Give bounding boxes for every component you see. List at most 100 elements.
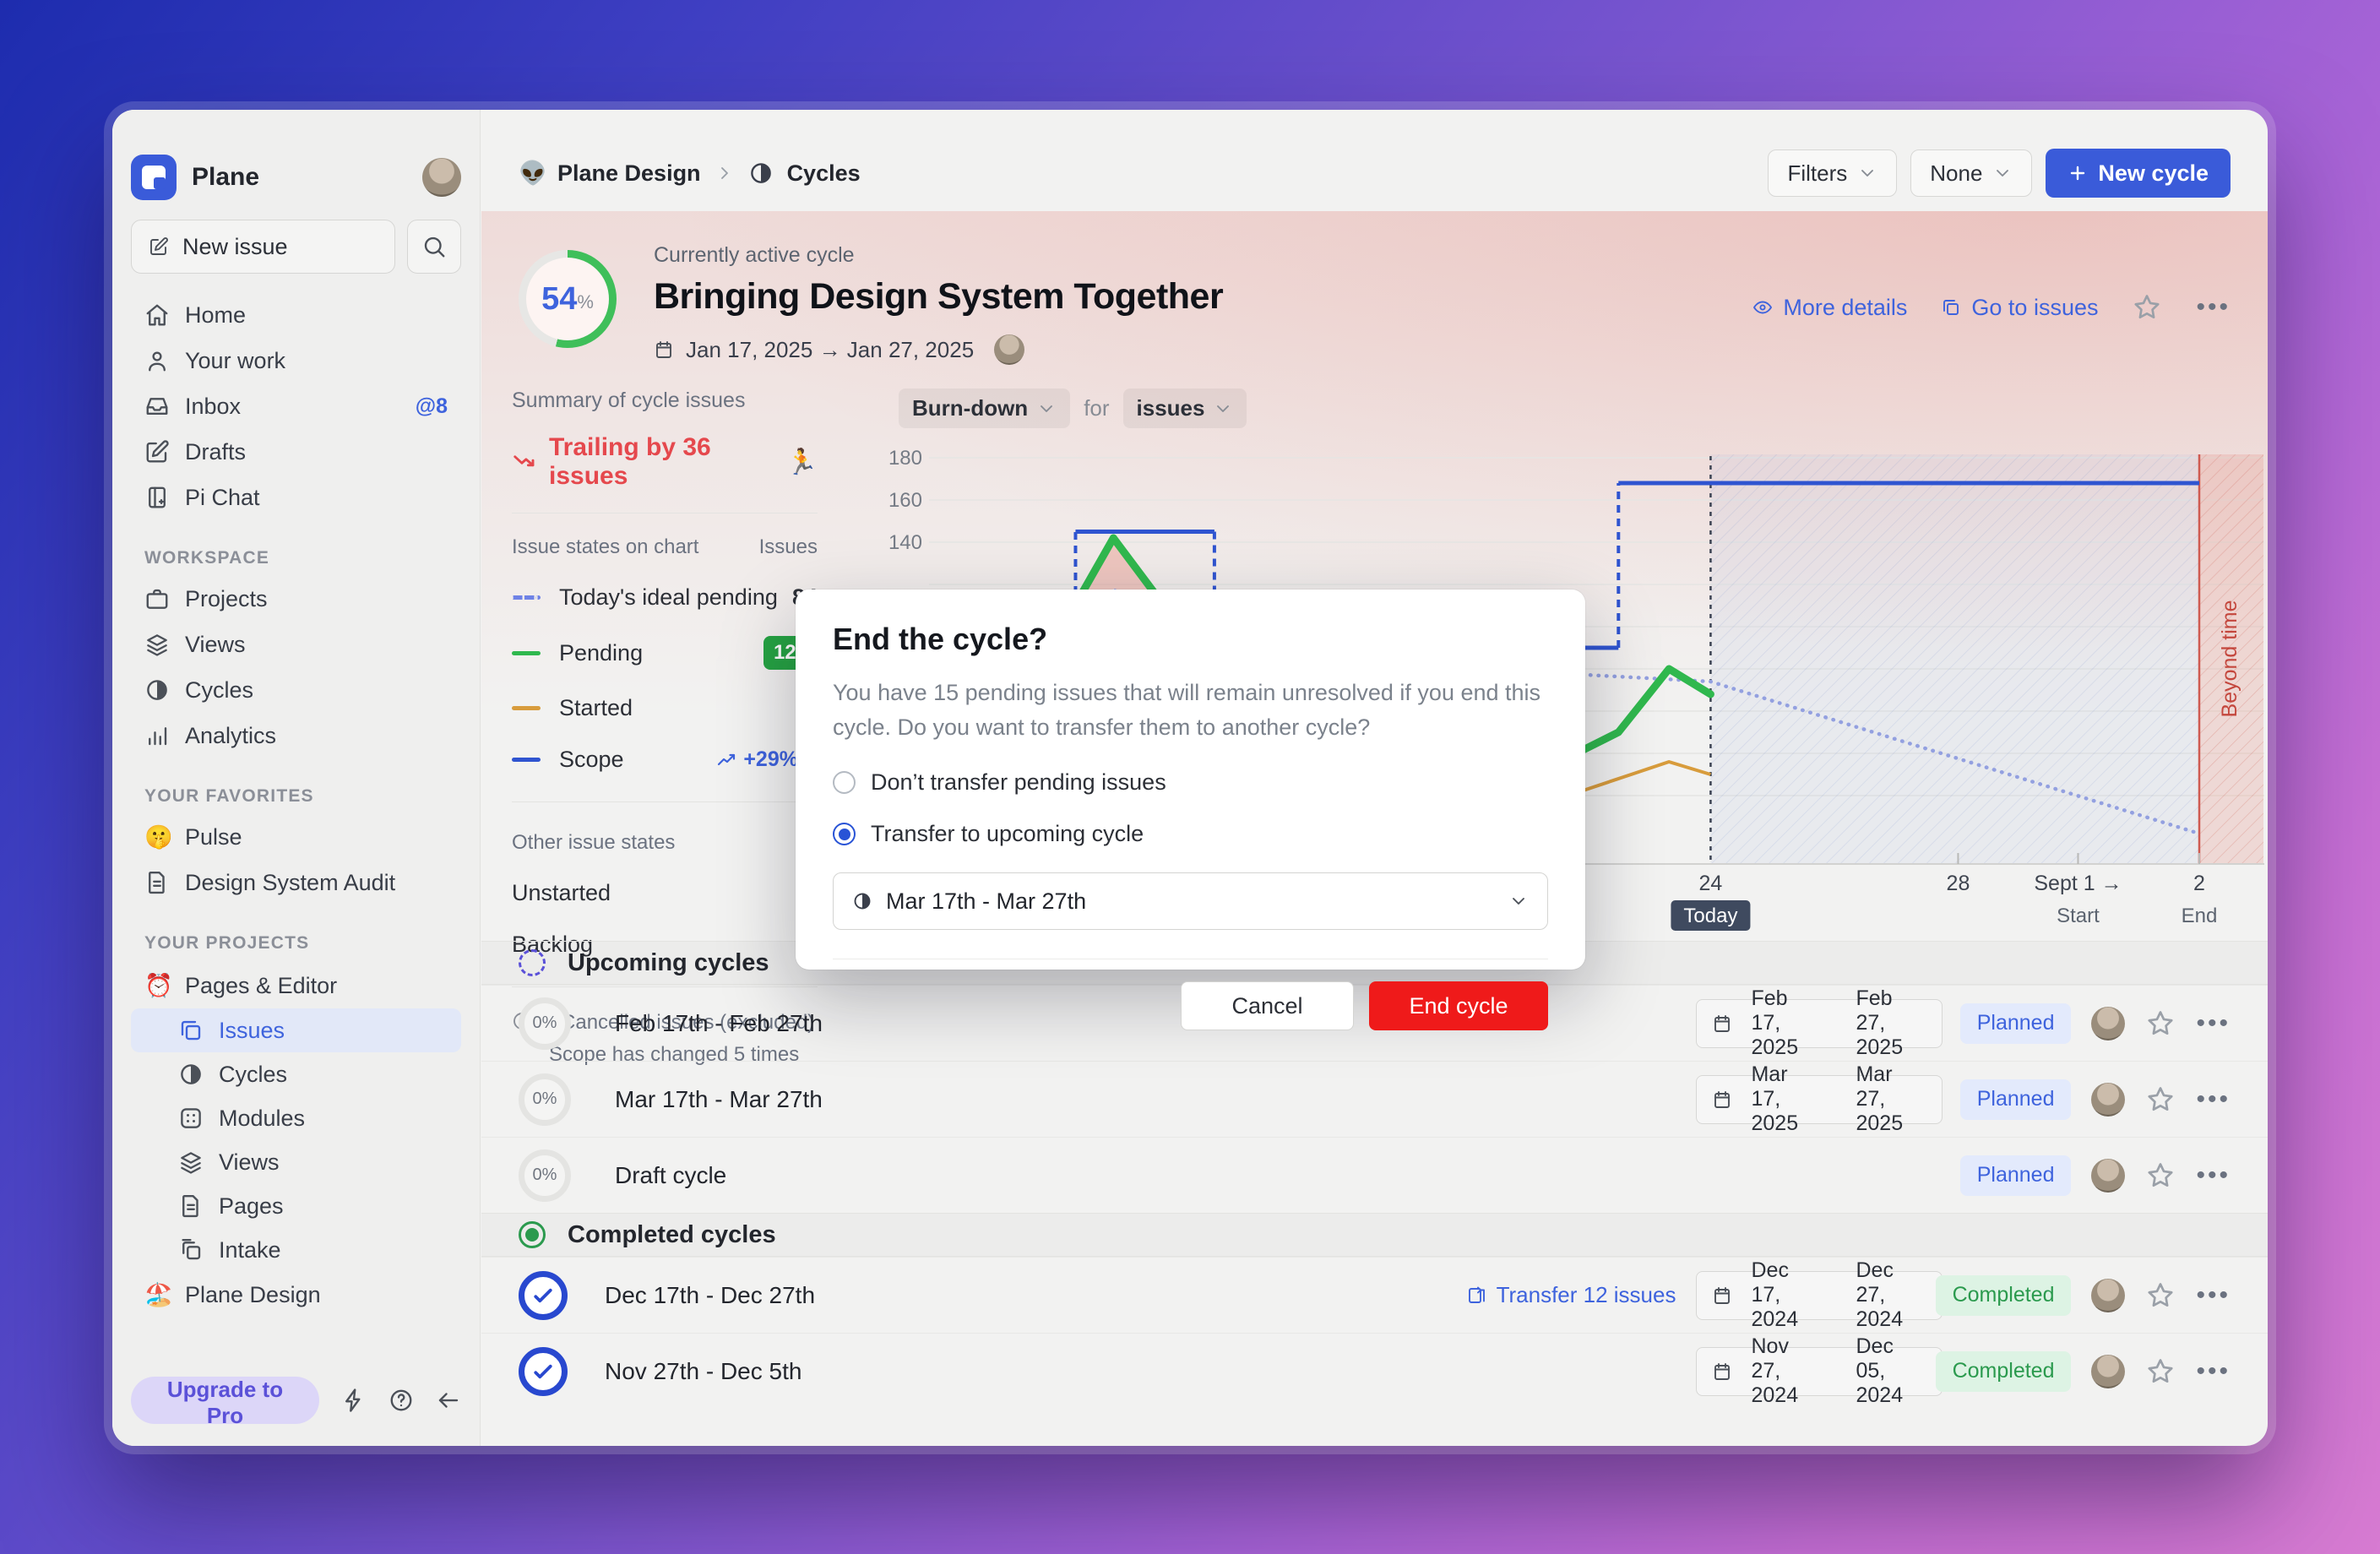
status-badge: Planned xyxy=(1960,1155,2072,1196)
sidebar-item-views[interactable]: Views xyxy=(131,622,461,667)
sidebar-item-your-work[interactable]: Your work xyxy=(131,338,461,383)
sidebar-project-pages-editor[interactable]: ⏰ Pages & Editor xyxy=(131,963,461,1008)
favorite-star-button[interactable] xyxy=(2145,1084,2176,1115)
chart-entity-select[interactable]: issues xyxy=(1123,388,1247,428)
trend-up-icon xyxy=(716,750,736,770)
sidebar-item-pi-chat[interactable]: Pi Chat xyxy=(131,475,461,520)
cycle-progress-badge: 0% xyxy=(519,1073,571,1126)
summary-row-started: Started xyxy=(512,695,818,721)
cycle-member-avatar[interactable] xyxy=(2091,1355,2125,1388)
sidebar-item-project-cycles[interactable]: Cycles xyxy=(131,1052,461,1096)
sidebar-item-home[interactable]: Home xyxy=(131,292,461,338)
chevron-down-icon xyxy=(1857,163,1877,183)
project2-emoji-icon: 🏖️ xyxy=(144,1281,170,1308)
sidebar-item-projects[interactable]: Projects xyxy=(131,576,461,622)
sidebar: Plane New issue Home Your work In xyxy=(112,110,481,1446)
svg-text:180: 180 xyxy=(888,448,922,470)
cycle-date-range[interactable]: Dec 17, 2024 Dec 27, 2024 xyxy=(1696,1271,1943,1320)
end-cycle-button[interactable]: End cycle xyxy=(1369,981,1548,1030)
sidebar-item-project-views[interactable]: Views xyxy=(131,1140,461,1184)
home-icon xyxy=(144,302,170,328)
completed-cycles-header[interactable]: Completed cycles xyxy=(481,1213,2268,1257)
sidebar-item-project-pages[interactable]: Pages xyxy=(131,1184,461,1228)
breadcrumb-page[interactable]: Cycles xyxy=(787,160,861,187)
svg-text:160: 160 xyxy=(888,489,922,512)
chevron-down-icon xyxy=(1036,399,1057,419)
go-to-issues-button[interactable]: Go to issues xyxy=(1941,295,2098,321)
layers-icon xyxy=(178,1149,204,1175)
active-cycle-title[interactable]: Bringing Design System Together xyxy=(654,276,1223,318)
cycle-member-avatar[interactable] xyxy=(2091,1159,2125,1193)
sidebar-project-plane-design[interactable]: 🏖️ Plane Design xyxy=(131,1272,461,1318)
breadcrumb-project[interactable]: Plane Design xyxy=(557,160,701,187)
chevron-down-icon xyxy=(1213,399,1233,419)
filters-button[interactable]: Filters xyxy=(1768,149,1897,197)
workspace-switcher[interactable]: Plane xyxy=(192,163,407,192)
favorite-star-button[interactable] xyxy=(2145,1160,2176,1191)
radio-icon[interactable] xyxy=(833,771,856,794)
lightning-icon xyxy=(341,1388,367,1413)
sidebar-item-inbox[interactable]: Inbox @8 xyxy=(131,383,461,429)
new-cycle-button[interactable]: New cycle xyxy=(2046,149,2231,198)
svg-text:28: 28 xyxy=(1947,872,1970,895)
end-cycle-dialog: End the cycle? You have 15 pending issue… xyxy=(796,590,1585,970)
cycle-row-dec[interactable]: Dec 17th - Dec 27th Transfer 12 issues D… xyxy=(481,1257,2268,1333)
trend-down-icon xyxy=(512,449,537,475)
cycle-date-range[interactable]: Mar 17, 2025 Mar 27, 2025 xyxy=(1696,1075,1943,1124)
sidebar-item-pulse[interactable]: 🤫 Pulse xyxy=(131,814,461,860)
sidebar-item-analytics[interactable]: Analytics xyxy=(131,713,461,758)
cycle-member-avatar[interactable] xyxy=(2091,1007,2125,1041)
pending-swatch xyxy=(512,651,541,655)
intake-icon xyxy=(178,1237,204,1263)
target-cycle-select[interactable]: Mar 17th - Mar 27th xyxy=(833,872,1548,930)
sidebar-item-project-modules[interactable]: Modules xyxy=(131,1096,461,1140)
summary-row-unstarted: Unstarted xyxy=(512,880,818,906)
cancel-button[interactable]: Cancel xyxy=(1181,981,1354,1030)
sidebar-item-project-intake[interactable]: Intake xyxy=(131,1228,461,1272)
star-icon xyxy=(2132,292,2162,323)
cycle-lead-avatar[interactable] xyxy=(994,334,1024,365)
cycle-row-draft[interactable]: 0% Draft cycle Planned ••• xyxy=(481,1137,2268,1213)
cycle-member-avatar[interactable] xyxy=(2091,1083,2125,1117)
option-dont-transfer[interactable]: Don’t transfer pending issues xyxy=(833,769,1548,796)
calendar-icon xyxy=(654,340,674,360)
user-avatar[interactable] xyxy=(422,158,461,197)
completed-check-icon xyxy=(519,1347,568,1396)
sidebar-item-project-issues[interactable]: Issues xyxy=(131,1008,461,1052)
favorite-star-button[interactable] xyxy=(2145,1356,2176,1387)
option-transfer-upcoming[interactable]: Transfer to upcoming cycle xyxy=(833,821,1548,847)
cycle-progress-badge: 0% xyxy=(519,1149,571,1202)
new-issue-button[interactable]: New issue xyxy=(131,220,395,274)
cycle-row-mar[interactable]: 0% Mar 17th - Mar 27th Mar 17, 2025 Mar … xyxy=(481,1061,2268,1137)
favorite-star-button[interactable] xyxy=(2145,1280,2176,1311)
workspace-section-label: WORKSPACE xyxy=(144,546,461,571)
cycle-row-nov[interactable]: Nov 27th - Dec 5th Nov 27, 2024 Dec 05, … xyxy=(481,1333,2268,1409)
chart-metric-select[interactable]: Burn-down xyxy=(899,388,1070,428)
progress-value: 54 xyxy=(541,281,577,318)
scope-swatch xyxy=(512,758,541,762)
cycle-icon xyxy=(178,1062,204,1087)
shortcuts-button[interactable] xyxy=(341,1388,367,1413)
favorite-star-button[interactable] xyxy=(2132,292,2162,323)
pulse-emoji-icon: 🤫 xyxy=(144,823,170,850)
sidebar-item-design-system-audit[interactable]: Design System Audit xyxy=(131,860,461,905)
cycle-member-avatar[interactable] xyxy=(2091,1279,2125,1312)
radio-icon[interactable] xyxy=(833,823,856,845)
help-button[interactable] xyxy=(389,1388,414,1413)
summary-col-right: Issues xyxy=(759,535,818,559)
sidebar-item-drafts[interactable]: Drafts xyxy=(131,429,461,475)
ideal-swatch xyxy=(512,595,541,600)
cycle-date-range[interactable]: Nov 27, 2024 Dec 05, 2024 xyxy=(1696,1347,1943,1396)
transfer-issues-button[interactable]: Transfer 12 issues xyxy=(1466,1282,1676,1308)
cycle-date-range[interactable]: Feb 17, 2025 Feb 27, 2025 xyxy=(1696,999,1943,1048)
upgrade-to-pro-button[interactable]: Upgrade to Pro xyxy=(131,1377,319,1424)
favorite-star-button[interactable] xyxy=(2145,1008,2176,1039)
page-icon xyxy=(178,1193,204,1219)
sidebar-item-cycles[interactable]: Cycles xyxy=(131,667,461,713)
collapse-sidebar-button[interactable] xyxy=(436,1388,461,1413)
display-button[interactable]: None xyxy=(1910,149,2032,197)
status-badge: Completed xyxy=(1936,1275,2072,1316)
new-issue-label: New issue xyxy=(182,234,288,260)
more-details-button[interactable]: More details xyxy=(1752,295,1907,321)
search-button[interactable] xyxy=(407,220,461,274)
